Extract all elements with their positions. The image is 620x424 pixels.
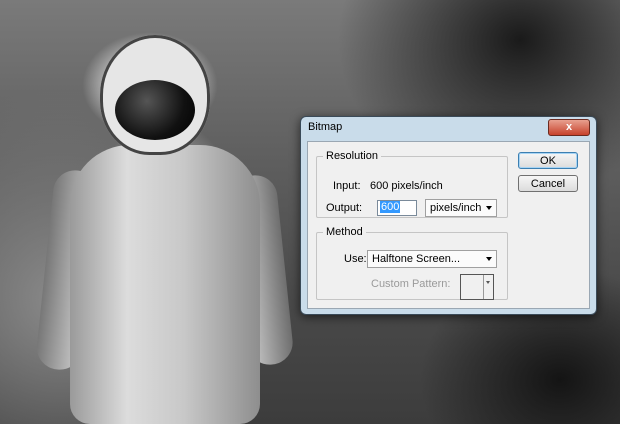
output-unit-dropdown[interactable]: pixels/inch bbox=[425, 199, 497, 217]
custom-pattern-picker[interactable] bbox=[460, 274, 494, 300]
output-resolution-field[interactable]: 600 bbox=[377, 200, 417, 216]
input-value: 600 pixels/inch bbox=[370, 180, 443, 192]
chevron-down-icon bbox=[486, 206, 492, 210]
use-label: Use: bbox=[344, 253, 367, 265]
ok-button[interactable]: OK bbox=[518, 152, 578, 169]
close-icon: x bbox=[565, 121, 573, 133]
custom-pattern-label: Custom Pattern: bbox=[371, 278, 451, 290]
resolution-group: Resolution Input: 600 pixels/inch Output… bbox=[316, 150, 508, 218]
output-resolution-value: 600 bbox=[380, 201, 401, 213]
astronaut-suit bbox=[70, 145, 260, 424]
dialog-titlebar[interactable]: Bitmap x bbox=[301, 117, 596, 139]
cancel-button[interactable]: Cancel bbox=[518, 175, 578, 192]
output-unit-value: pixels/inch bbox=[430, 202, 482, 214]
method-legend: Method bbox=[326, 226, 363, 238]
chevron-down-icon bbox=[486, 257, 492, 261]
output-label: Output: bbox=[326, 202, 363, 214]
method-group: Method Use: Halftone Screen... Custom Pa… bbox=[316, 226, 508, 300]
dialog-client-area: Resolution Input: 600 pixels/inch Output… bbox=[307, 141, 590, 309]
chevron-down-icon bbox=[486, 281, 490, 284]
astronaut-visor bbox=[115, 80, 195, 140]
close-button[interactable]: x bbox=[548, 119, 590, 136]
bitmap-dialog: Bitmap x Resolution Input: 600 pixels/in… bbox=[300, 116, 597, 315]
method-dropdown[interactable]: Halftone Screen... bbox=[367, 250, 497, 268]
dialog-title: Bitmap bbox=[308, 121, 343, 133]
pattern-picker-arrow[interactable] bbox=[483, 275, 493, 299]
resolution-legend: Resolution bbox=[326, 150, 378, 162]
input-label: Input: bbox=[333, 180, 361, 192]
method-value: Halftone Screen... bbox=[372, 253, 461, 265]
